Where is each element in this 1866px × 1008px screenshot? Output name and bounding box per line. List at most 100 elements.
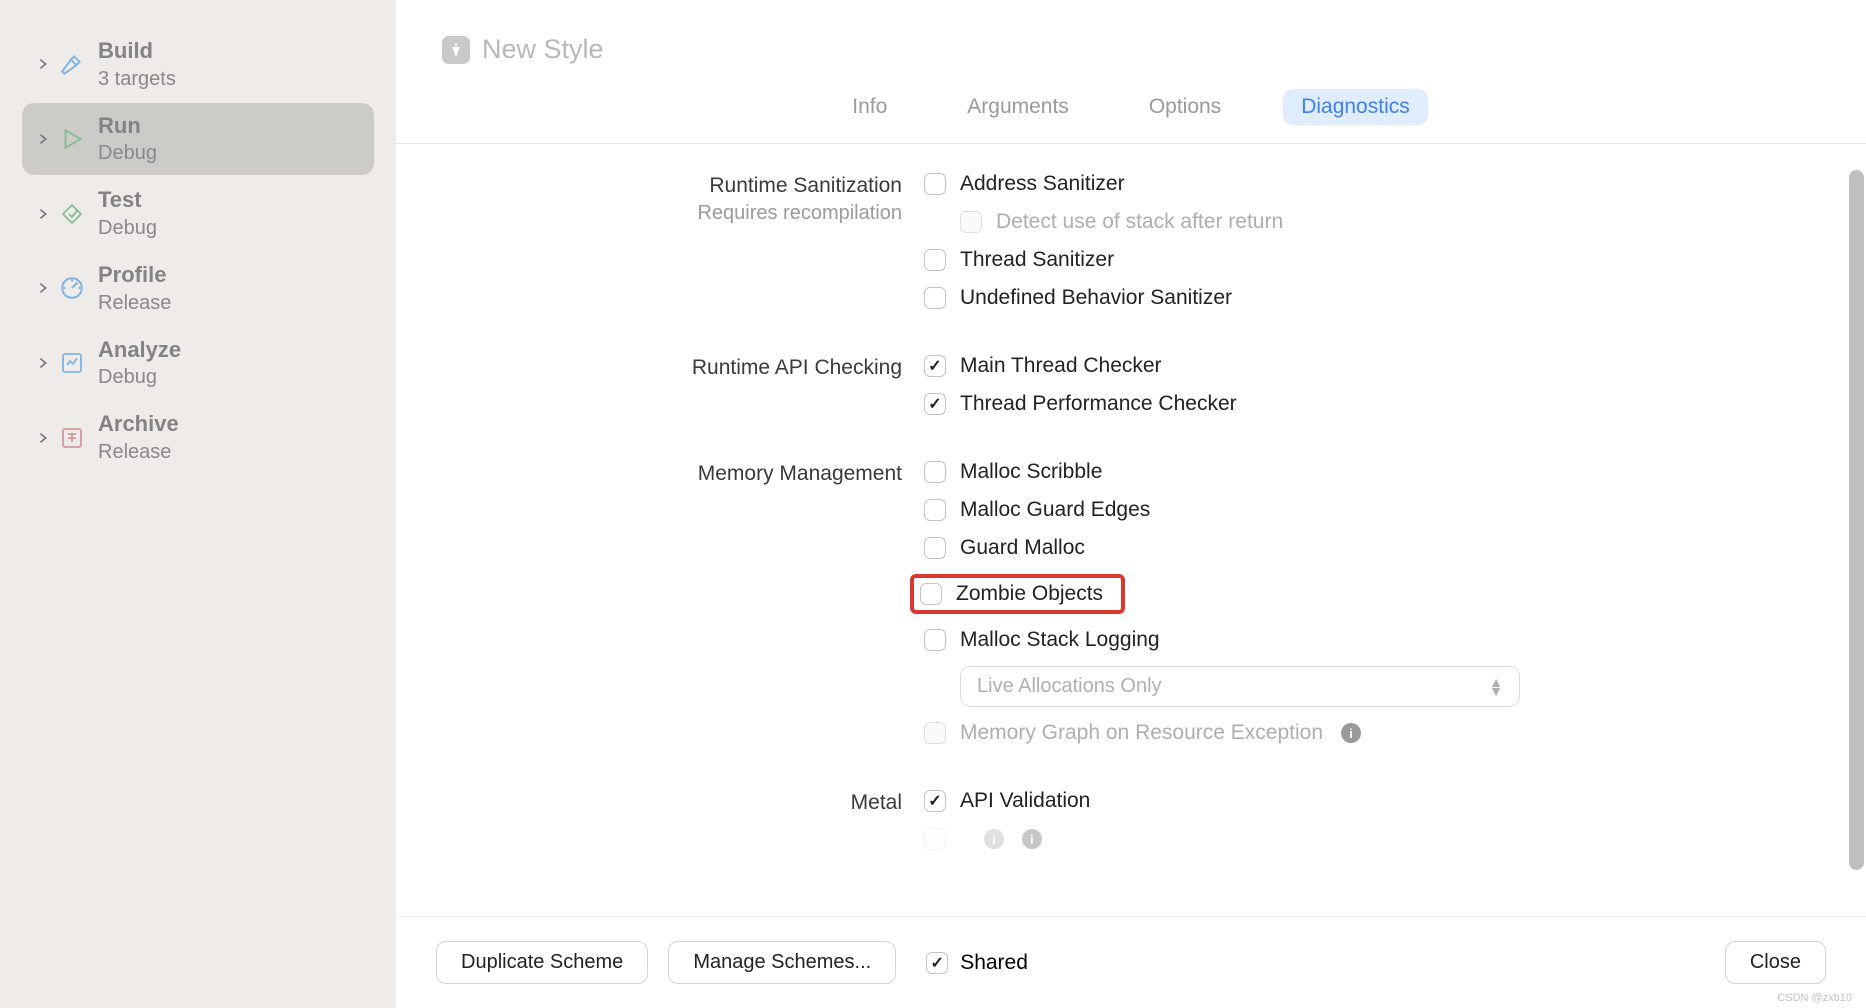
chevron-right-icon (36, 356, 50, 370)
analyze-icon (58, 349, 86, 377)
sidebar-item-sublabel: Release (98, 439, 179, 466)
sidebar-item-label: Profile (98, 260, 171, 290)
sidebar-item-sublabel: Debug (98, 364, 181, 391)
info-icon: i (1022, 829, 1042, 849)
option-zombie-objects[interactable]: Zombie Objects (918, 574, 1818, 614)
tab-arguments[interactable]: Arguments (949, 89, 1087, 125)
manage-schemes-button[interactable]: Manage Schemes... (668, 941, 896, 984)
checkbox[interactable] (920, 583, 942, 605)
info-icon[interactable]: i (1341, 723, 1361, 743)
checkbox (924, 722, 946, 744)
option-malloc-stack-logging[interactable]: Malloc Stack Logging (924, 628, 1818, 652)
checkbox[interactable] (924, 499, 946, 521)
option-undefined-behavior-sanitizer[interactable]: Undefined Behavior Sanitizer (924, 286, 1818, 310)
option-label: Undefined Behavior Sanitizer (960, 286, 1232, 310)
section-metal: Metal API Validation i i (444, 789, 1818, 865)
sidebar-item-analyze[interactable]: Analyze Debug (22, 327, 374, 400)
sidebar-item-sublabel: Debug (98, 140, 157, 167)
option-truncated: i i (924, 827, 1818, 851)
sidebar-item-label: Build (98, 36, 176, 66)
option-label: Malloc Stack Logging (960, 628, 1160, 652)
chevron-right-icon (36, 57, 50, 71)
section-label: Runtime Sanitization Requires recompilat… (444, 172, 924, 225)
archive-icon (58, 424, 86, 452)
option-label: Memory Graph on Resource Exception (960, 721, 1323, 745)
select-value: Live Allocations Only (977, 675, 1162, 698)
option-label: Detect use of stack after return (996, 210, 1283, 234)
option-label: Zombie Objects (956, 582, 1103, 606)
content-area: Runtime Sanitization Requires recompilat… (396, 144, 1866, 916)
tab-options[interactable]: Options (1131, 89, 1239, 125)
section-label: Memory Management (444, 460, 924, 486)
checkbox (924, 828, 946, 850)
option-label: Thread Sanitizer (960, 248, 1114, 272)
hammer-icon (58, 50, 86, 78)
option-label (960, 827, 966, 851)
checkbox[interactable] (924, 393, 946, 415)
option-address-sanitizer[interactable]: Address Sanitizer (924, 172, 1818, 196)
sidebar: Build 3 targets Run Debug Test Debug Pro… (0, 0, 396, 1008)
checkbox[interactable] (924, 629, 946, 651)
play-icon (58, 125, 86, 153)
checkbox[interactable] (924, 790, 946, 812)
shared-label: Shared (960, 951, 1028, 975)
option-malloc-scribble[interactable]: Malloc Scribble (924, 460, 1818, 484)
checkbox[interactable] (924, 173, 946, 195)
gauge-icon (58, 274, 86, 302)
section-label: Metal (444, 789, 924, 815)
sidebar-item-label: Test (98, 185, 157, 215)
header: New Style (396, 0, 1866, 85)
checkbox[interactable] (924, 461, 946, 483)
option-label: Guard Malloc (960, 536, 1085, 560)
tabs: Info Arguments Options Diagnostics (396, 85, 1866, 144)
option-thread-performance-checker[interactable]: Thread Performance Checker (924, 392, 1818, 416)
checkbox[interactable] (926, 952, 948, 974)
chevron-right-icon (36, 207, 50, 221)
duplicate-scheme-button[interactable]: Duplicate Scheme (436, 941, 648, 984)
section-runtime-api-checking: Runtime API Checking Main Thread Checker… (444, 354, 1818, 430)
chevron-right-icon (36, 281, 50, 295)
sidebar-item-run[interactable]: Run Debug (22, 103, 374, 176)
sidebar-item-label: Analyze (98, 335, 181, 365)
checkbox[interactable] (924, 537, 946, 559)
sidebar-item-label: Run (98, 111, 157, 141)
watermark: CSDN @zxb10 (1777, 992, 1852, 1004)
sidebar-item-archive[interactable]: Archive Release (22, 401, 374, 474)
option-guard-malloc[interactable]: Guard Malloc (924, 536, 1818, 560)
shared-checkbox[interactable]: Shared (926, 951, 1028, 975)
tab-info[interactable]: Info (834, 89, 905, 125)
info-icon: i (984, 829, 1004, 849)
option-label: Thread Performance Checker (960, 392, 1237, 416)
section-label: Runtime API Checking (444, 354, 924, 380)
option-main-thread-checker[interactable]: Main Thread Checker (924, 354, 1818, 378)
scheme-title: New Style (482, 34, 604, 65)
section-runtime-sanitization: Runtime Sanitization Requires recompilat… (444, 172, 1818, 324)
scrollbar[interactable] (1849, 170, 1864, 870)
chevron-right-icon (36, 431, 50, 445)
option-label: Address Sanitizer (960, 172, 1125, 196)
checkbox[interactable] (924, 355, 946, 377)
sidebar-item-profile[interactable]: Profile Release (22, 252, 374, 325)
option-label: API Validation (960, 789, 1090, 813)
checkbox[interactable] (924, 249, 946, 271)
checkbox[interactable] (924, 287, 946, 309)
close-button[interactable]: Close (1725, 941, 1826, 984)
footer: Duplicate Scheme Manage Schemes... Share… (396, 916, 1866, 1008)
option-label: Malloc Guard Edges (960, 498, 1150, 522)
select-live-allocations[interactable]: Live Allocations Only ▲▼ (924, 666, 1818, 707)
option-label: Malloc Scribble (960, 460, 1102, 484)
sidebar-item-test[interactable]: Test Debug (22, 177, 374, 250)
highlight-box: Zombie Objects (910, 574, 1125, 614)
updown-arrows-icon: ▲▼ (1489, 678, 1503, 695)
tab-diagnostics[interactable]: Diagnostics (1283, 89, 1428, 125)
sidebar-item-build[interactable]: Build 3 targets (22, 28, 374, 101)
option-malloc-guard-edges[interactable]: Malloc Guard Edges (924, 498, 1818, 522)
section-memory-management: Memory Management Malloc Scribble Malloc… (444, 460, 1818, 759)
option-label: Main Thread Checker (960, 354, 1162, 378)
option-api-validation[interactable]: API Validation (924, 789, 1818, 813)
sidebar-item-label: Archive (98, 409, 179, 439)
app-icon (442, 36, 470, 64)
sidebar-item-sublabel: Debug (98, 215, 157, 242)
checkbox (960, 211, 982, 233)
option-thread-sanitizer[interactable]: Thread Sanitizer (924, 248, 1818, 272)
